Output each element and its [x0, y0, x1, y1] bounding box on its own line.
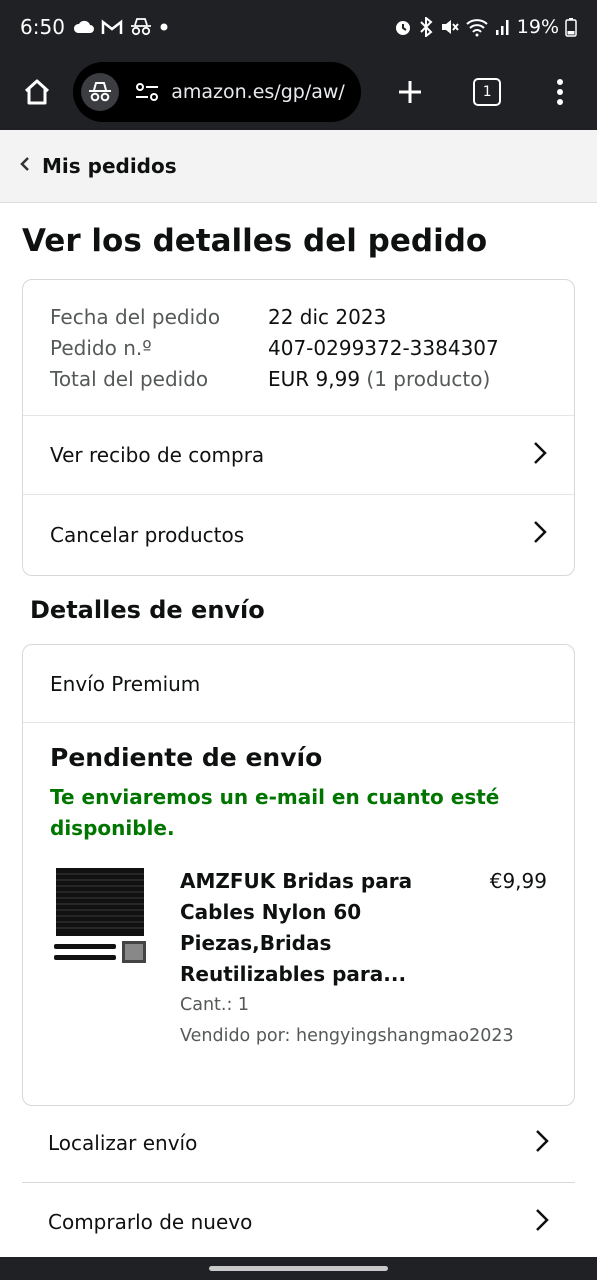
shipment-card: Envío Premium Pendiente de envío Te envi…: [22, 644, 575, 1106]
gmail-icon: [101, 19, 123, 35]
track-package-label: Localizar envío: [48, 1131, 198, 1155]
order-item-count: (1 producto): [366, 367, 491, 391]
order-date-value: 22 dic 2023: [268, 305, 387, 329]
cancel-products-label: Cancelar productos: [50, 522, 245, 547]
chevron-right-icon: [533, 441, 547, 470]
battery-icon: [565, 17, 577, 37]
chevron-left-icon: [20, 156, 30, 177]
order-number-label: Pedido n.º: [50, 336, 152, 360]
system-nav-bar: [0, 1257, 597, 1280]
order-number-row: Pedido n.º 407-0299372-3384307: [50, 333, 547, 364]
tab-count: 1: [473, 78, 502, 106]
item-title[interactable]: AMZFUK Bridas para Cables Nylon 60 Pieza…: [180, 866, 460, 990]
tab-switcher-button[interactable]: 1: [461, 65, 514, 119]
shipment-status: Pendiente de envío: [50, 743, 323, 772]
breadcrumb[interactable]: Mis pedidos: [0, 130, 597, 203]
cancel-products-link[interactable]: Cancelar productos: [23, 495, 574, 574]
chevron-right-icon: [535, 1129, 549, 1158]
cloud-icon: [73, 20, 95, 34]
alarm-icon: [393, 17, 413, 37]
incognito-icon: [81, 73, 120, 111]
page-title: Ver los detalles del pedido: [22, 223, 488, 259]
breadcrumb-label[interactable]: Mis pedidos: [42, 154, 177, 178]
shipping-type: Envío Premium: [23, 645, 574, 723]
site-settings-icon[interactable]: [135, 82, 159, 102]
new-tab-button[interactable]: [383, 65, 436, 119]
signal-icon: [495, 18, 511, 36]
chevron-right-icon: [533, 520, 547, 549]
mute-icon: [439, 17, 459, 37]
order-total-label: Total del pedido: [50, 367, 209, 391]
battery-percent: 19%: [516, 16, 559, 38]
more-vert-icon: [557, 79, 564, 105]
chevron-right-icon: [535, 1208, 549, 1237]
bluetooth-icon: [419, 17, 433, 37]
url-text[interactable]: amazon.es/gp/aw/: [171, 81, 345, 103]
item-quantity: Cant.: 1: [180, 995, 250, 1015]
wifi-icon: [465, 17, 489, 37]
buy-again-label: Comprarlo de nuevo: [48, 1210, 253, 1234]
clock: 6:50: [20, 15, 65, 39]
product-image[interactable]: [50, 866, 150, 966]
buy-again-link[interactable]: Comprarlo de nuevo: [22, 1183, 575, 1262]
view-receipt-link[interactable]: Ver recibo de compra: [23, 416, 574, 495]
incognito-icon: [129, 18, 153, 36]
browser-toolbar: amazon.es/gp/aw/ 1: [0, 54, 597, 130]
order-info: Fecha del pedido 22 dic 2023 Pedido n.º …: [23, 280, 574, 416]
order-total-row: Total del pedido EUR 9,99 (1 producto): [50, 364, 547, 395]
order-date-row: Fecha del pedido 22 dic 2023: [50, 302, 547, 333]
status-bar: 6:50 19%: [0, 0, 597, 54]
shipping-section-title: Detalles de envío: [30, 596, 265, 624]
order-total-value-wrap: EUR 9,99 (1 producto): [268, 364, 490, 395]
address-bar[interactable]: amazon.es/gp/aw/: [73, 62, 362, 122]
item-price: €9,99: [489, 869, 547, 893]
dot-icon: [159, 22, 169, 32]
order-total-value: EUR 9,99: [268, 367, 361, 391]
home-gesture-handle[interactable]: [209, 1266, 388, 1271]
home-icon: [24, 79, 49, 105]
order-item[interactable]: AMZFUK Bridas para Cables Nylon 60 Pieza…: [50, 866, 547, 1052]
plus-icon: [398, 81, 421, 103]
shipment-message: Te enviaremos un e-mail en cuanto esté d…: [50, 785, 500, 840]
track-package-link[interactable]: Localizar envío: [22, 1104, 575, 1183]
home-button[interactable]: [10, 65, 63, 119]
item-info: AMZFUK Bridas para Cables Nylon 60 Pieza…: [180, 866, 514, 1052]
view-receipt-label: Ver recibo de compra: [50, 443, 265, 467]
order-number-value: 407-0299372-3384307: [268, 336, 499, 360]
order-date-label: Fecha del pedido: [50, 305, 221, 329]
item-seller: Vendido por: hengyingshangmao2023: [180, 1026, 514, 1046]
shipment-body: Pendiente de envío Te enviaremos un e-ma…: [23, 723, 574, 1052]
more-menu-button[interactable]: [534, 65, 587, 119]
order-summary-card: Fecha del pedido 22 dic 2023 Pedido n.º …: [22, 279, 575, 576]
